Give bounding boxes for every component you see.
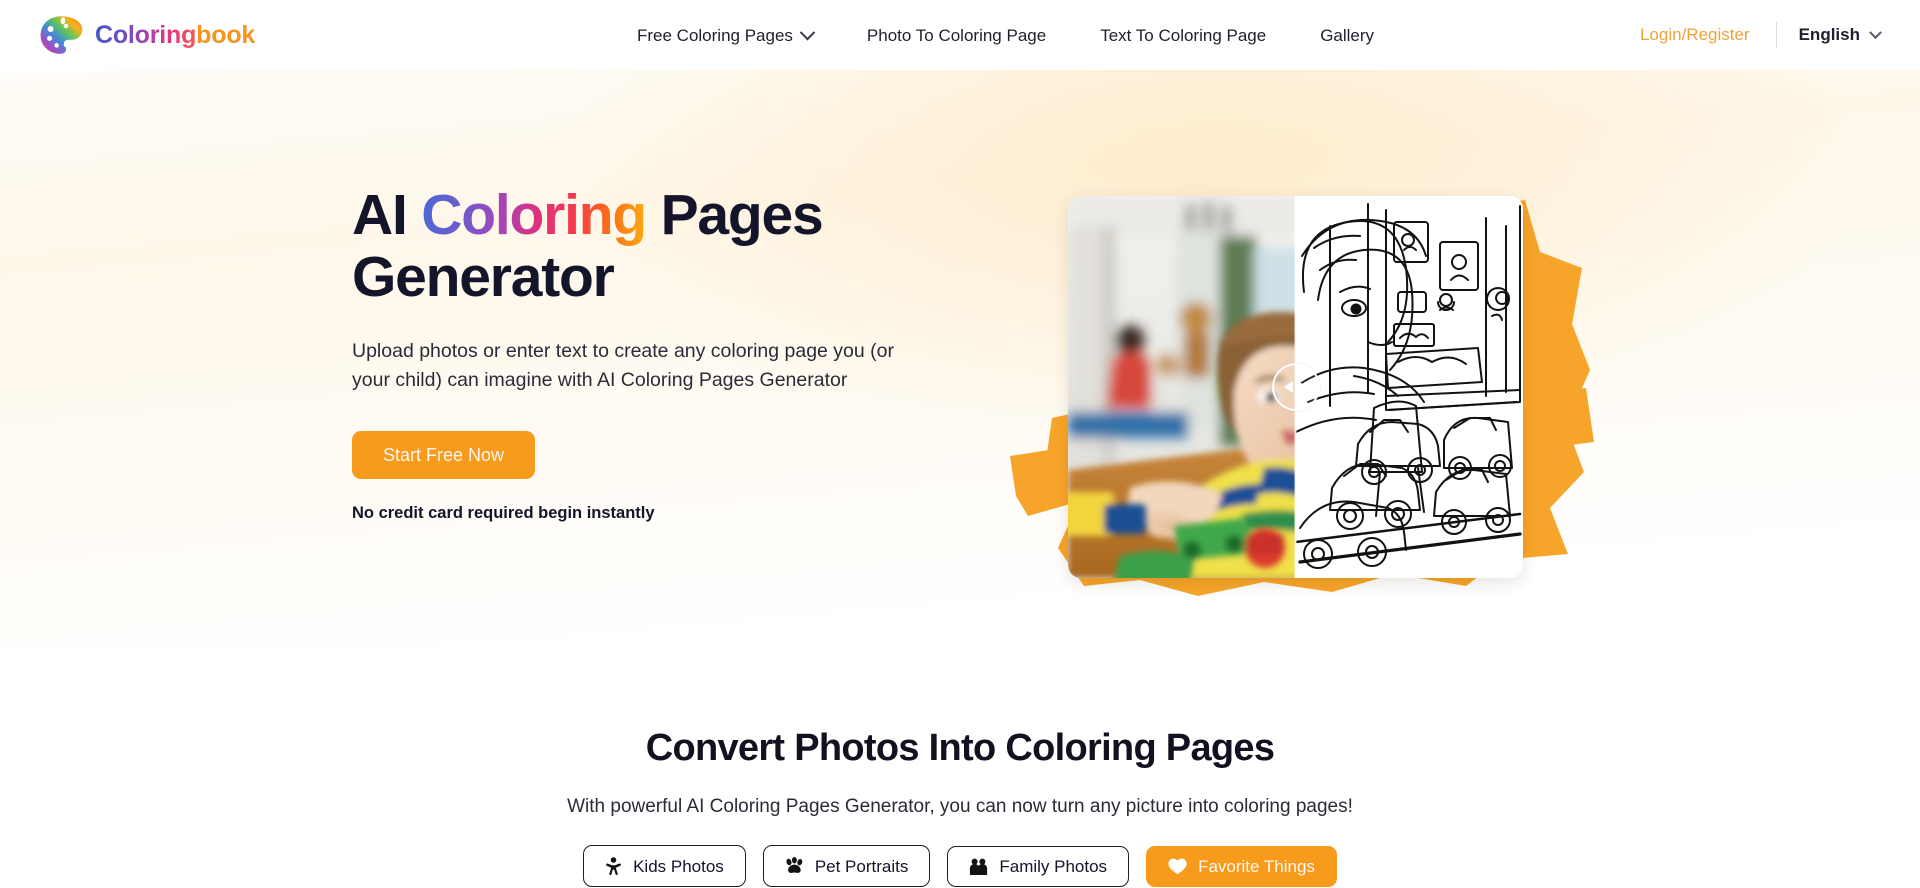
filter-label: Pet Portraits (814, 856, 909, 876)
category-filter-group: Kids Photos Pet Portraits Family Photos (0, 845, 1920, 887)
convert-photos-section: Convert Photos Into Coloring Pages With … (0, 645, 1920, 887)
section-title: Convert Photos Into Coloring Pages (645, 727, 1275, 769)
hero-title-highlight: Coloring (421, 183, 647, 247)
filter-pet-portraits[interactable]: Pet Portraits (762, 845, 931, 887)
cta-note: No credit card required begin instantly (352, 503, 655, 522)
nav-label: Text To Coloring Page (1100, 25, 1267, 45)
start-free-now-button[interactable]: Start Free Now (352, 430, 536, 479)
brand-name: Coloringbook (95, 20, 256, 49)
brand-word-book: book (196, 20, 256, 49)
arrow-right-icon (1298, 381, 1307, 393)
language-selector[interactable]: English (1798, 25, 1882, 45)
header-actions: Login/Register English (1636, 19, 1882, 51)
section-subtitle: With powerful AI Coloring Pages Generato… (567, 796, 1353, 817)
comparison-slider-handle[interactable] (1271, 363, 1320, 411)
filter-label: Family Photos (999, 856, 1108, 876)
filter-label: Favorite Things (1198, 856, 1315, 876)
paw-icon (786, 857, 803, 873)
before-after-comparison[interactable] (1068, 196, 1523, 578)
nav-label: Free Coloring Pages (637, 25, 793, 45)
filter-favorite-things[interactable]: Favorite Things (1146, 845, 1337, 887)
filter-label: Kids Photos (633, 856, 724, 876)
brand-logo[interactable]: Coloringbook (38, 14, 255, 56)
filter-family-photos[interactable]: Family Photos (947, 845, 1130, 887)
hero-copy: AI Coloring Pages Generator Upload photo… (352, 183, 972, 523)
chevron-down-icon (1869, 25, 1882, 39)
nav-item-free-coloring-pages[interactable]: Free Coloring Pages (610, 19, 840, 52)
language-label: English (1798, 25, 1860, 44)
nav-item-photo-to-coloring-page[interactable]: Photo To Coloring Page (840, 19, 1073, 52)
people-icon (970, 858, 988, 875)
hero-visual (980, 156, 1600, 606)
palette-icon (40, 16, 83, 54)
nav-label: Photo To Coloring Page (866, 25, 1047, 45)
nav-label: Gallery (1320, 25, 1375, 45)
site-header: Coloringbook Free Coloring Pages Photo T… (0, 0, 1920, 70)
login-register-link[interactable]: Login/Register (1636, 19, 1754, 51)
nav-item-gallery[interactable]: Gallery (1293, 19, 1401, 52)
chevron-down-icon (799, 24, 816, 40)
main-navigation: Free Coloring Pages Photo To Coloring Pa… (375, 19, 1636, 52)
nav-item-text-to-coloring-page[interactable]: Text To Coloring Page (1073, 19, 1293, 52)
heart-icon (1168, 858, 1187, 874)
coloring-page-half (1295, 196, 1523, 578)
filter-kids-photos[interactable]: Kids Photos (583, 845, 746, 887)
hero-title-part1: AI (352, 183, 422, 247)
arrow-left-icon (1284, 381, 1293, 393)
child-icon (606, 857, 621, 875)
page-title: AI Coloring Pages Generator (352, 183, 972, 308)
header-divider (1775, 22, 1777, 48)
hero-subtitle: Upload photos or enter text to create an… (352, 340, 894, 391)
brand-word-coloring: Coloring (95, 20, 197, 49)
hero-section: AI Coloring Pages Generator Upload photo… (0, 70, 1920, 645)
